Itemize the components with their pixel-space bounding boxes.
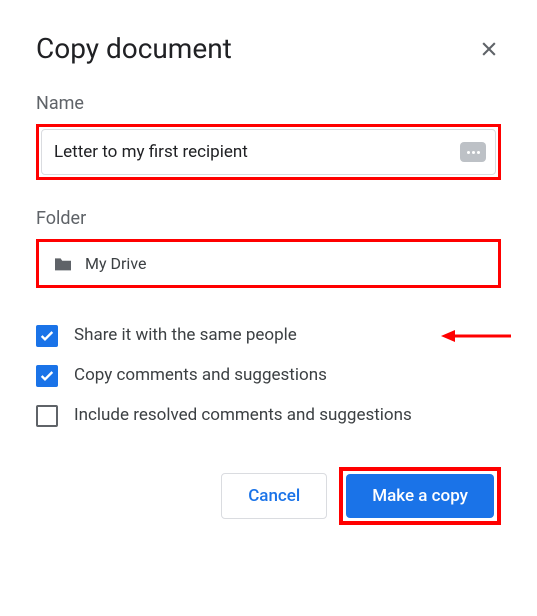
check-icon [39,368,55,384]
folder-field-label: Folder [36,208,501,229]
resolved-checkbox-label: Include resolved comments and suggestion… [74,404,412,428]
folder-picker[interactable]: My Drive [41,244,496,283]
check-icon [39,328,55,344]
checkbox-row-resolved: Include resolved comments and suggestion… [36,404,501,428]
name-input-highlight [36,124,501,180]
primary-button-highlight: Make a copy [339,467,501,525]
dialog-header: Copy document [36,32,501,65]
checkbox-row-comments: Copy comments and suggestions [36,364,501,388]
resolved-checkbox[interactable] [36,405,58,427]
copy-document-dialog: Copy document Name Folder My Drive [0,0,537,557]
arrow-icon [441,326,511,346]
folder-name: My Drive [85,254,146,273]
share-checkbox-label: Share it with the same people [74,324,297,348]
checkbox-list: Share it with the same people Copy comme… [36,324,501,427]
name-field-label: Name [36,93,501,114]
close-icon [479,39,499,59]
ellipsis-icon [460,142,486,162]
make-copy-button[interactable]: Make a copy [346,474,494,518]
folder-row-highlight: My Drive [36,239,501,288]
comments-checkbox[interactable] [36,365,58,387]
cancel-button[interactable]: Cancel [221,473,327,519]
comments-checkbox-label: Copy comments and suggestions [74,364,327,388]
dialog-title: Copy document [36,32,232,65]
button-row: Cancel Make a copy [36,467,501,525]
close-button[interactable] [477,37,501,61]
folder-icon [53,256,73,272]
name-input[interactable] [41,129,496,175]
share-checkbox[interactable] [36,325,58,347]
checkbox-row-share: Share it with the same people [36,324,501,348]
